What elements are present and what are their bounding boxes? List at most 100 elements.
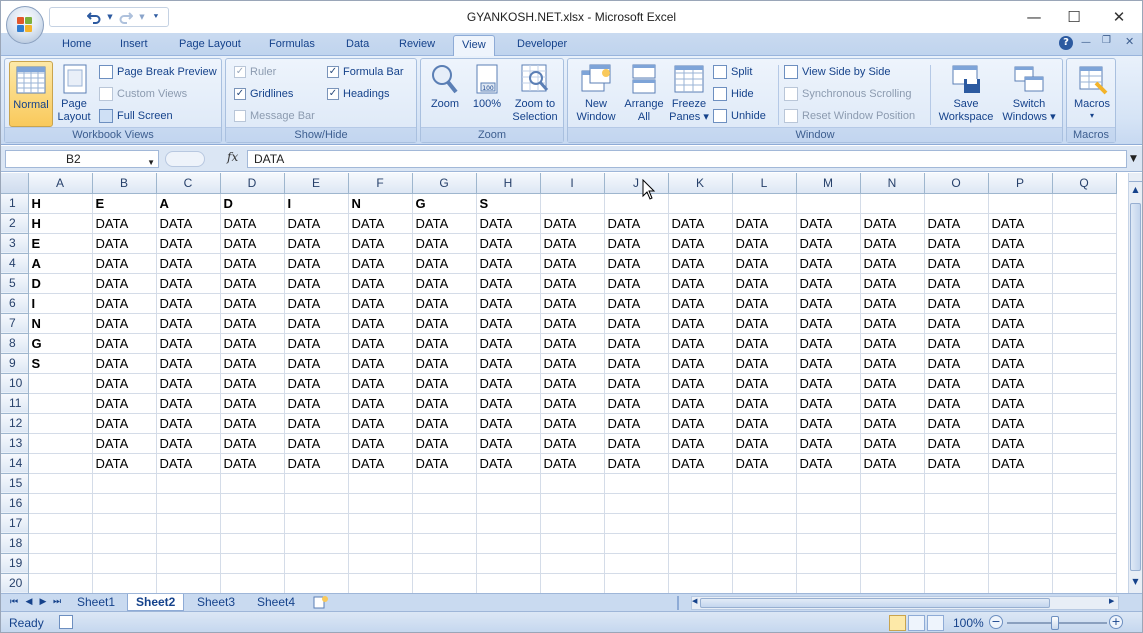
cell-g6[interactable]: DATA xyxy=(412,293,477,314)
cell-d13[interactable]: DATA xyxy=(220,433,285,454)
save-workspace-button[interactable]: Save Workspace xyxy=(936,61,996,127)
cell-k20[interactable] xyxy=(668,573,733,593)
cell-o12[interactable]: DATA xyxy=(924,413,989,434)
cell-n6[interactable]: DATA xyxy=(860,293,925,314)
cell-q15[interactable] xyxy=(1052,473,1117,494)
cell-h7[interactable]: DATA xyxy=(476,313,541,334)
cell-p11[interactable]: DATA xyxy=(988,393,1053,414)
status-page-layout-icon[interactable] xyxy=(908,615,925,631)
cell-q19[interactable] xyxy=(1052,553,1117,574)
cell-m6[interactable]: DATA xyxy=(796,293,861,314)
cell-c6[interactable]: DATA xyxy=(156,293,221,314)
horizontal-scroll-thumb[interactable] xyxy=(700,598,1050,608)
cell-c2[interactable]: DATA xyxy=(156,213,221,234)
status-page-break-icon[interactable] xyxy=(927,615,944,631)
cell-m14[interactable]: DATA xyxy=(796,453,861,474)
cell-q2[interactable] xyxy=(1052,213,1117,234)
cell-g8[interactable]: DATA xyxy=(412,333,477,354)
cell-k11[interactable]: DATA xyxy=(668,393,733,414)
cell-p16[interactable] xyxy=(988,493,1053,514)
select-all-corner[interactable] xyxy=(1,173,29,194)
column-header-a[interactable]: A xyxy=(28,173,93,194)
cell-h20[interactable] xyxy=(476,573,541,593)
cell-g12[interactable]: DATA xyxy=(412,413,477,434)
cell-n16[interactable] xyxy=(860,493,925,514)
cell-l5[interactable]: DATA xyxy=(732,273,797,294)
cell-k16[interactable] xyxy=(668,493,733,514)
cell-j8[interactable]: DATA xyxy=(604,333,669,354)
cell-i4[interactable]: DATA xyxy=(540,253,605,274)
cell-k4[interactable]: DATA xyxy=(668,253,733,274)
cell-i16[interactable] xyxy=(540,493,605,514)
cell-d4[interactable]: DATA xyxy=(220,253,285,274)
cell-e9[interactable]: DATA xyxy=(284,353,349,374)
cell-o7[interactable]: DATA xyxy=(924,313,989,334)
cell-b18[interactable] xyxy=(92,533,157,554)
cell-b14[interactable]: DATA xyxy=(92,453,157,474)
sheet-tab-2[interactable]: Sheet2 xyxy=(127,594,185,611)
cell-m8[interactable]: DATA xyxy=(796,333,861,354)
cell-h6[interactable]: DATA xyxy=(476,293,541,314)
cell-b11[interactable]: DATA xyxy=(92,393,157,414)
cell-o19[interactable] xyxy=(924,553,989,574)
name-box[interactable]: B2 ▼ xyxy=(5,150,159,168)
column-header-n[interactable]: N xyxy=(860,173,925,194)
cell-g16[interactable] xyxy=(412,493,477,514)
cell-g18[interactable] xyxy=(412,533,477,554)
column-header-l[interactable]: L xyxy=(732,173,797,194)
cell-p7[interactable]: DATA xyxy=(988,313,1053,334)
cell-c19[interactable] xyxy=(156,553,221,574)
cell-j11[interactable]: DATA xyxy=(604,393,669,414)
tab-view[interactable]: View xyxy=(453,35,495,57)
column-header-o[interactable]: O xyxy=(924,173,989,194)
row-header[interactable]: 20 xyxy=(1,573,29,593)
status-normal-view-icon[interactable] xyxy=(889,615,906,631)
first-sheet-icon[interactable]: ⏮ xyxy=(7,595,21,610)
cell-c16[interactable] xyxy=(156,493,221,514)
cell-m3[interactable]: DATA xyxy=(796,233,861,254)
scroll-right-icon[interactable]: ▶ xyxy=(1109,597,1117,609)
row-header[interactable]: 10 xyxy=(1,373,29,394)
cell-f17[interactable] xyxy=(348,513,413,534)
cell-e12[interactable]: DATA xyxy=(284,413,349,434)
cell-i20[interactable] xyxy=(540,573,605,593)
cell-o10[interactable]: DATA xyxy=(924,373,989,394)
cell-l12[interactable]: DATA xyxy=(732,413,797,434)
cell-f13[interactable]: DATA xyxy=(348,433,413,454)
cell-k12[interactable]: DATA xyxy=(668,413,733,434)
row-header[interactable]: 11 xyxy=(1,393,29,414)
cell-d6[interactable]: DATA xyxy=(220,293,285,314)
cell-p17[interactable] xyxy=(988,513,1053,534)
row-header[interactable]: 17 xyxy=(1,513,29,534)
cell-n3[interactable]: DATA xyxy=(860,233,925,254)
cell-e3[interactable]: DATA xyxy=(284,233,349,254)
row-header[interactable]: 2 xyxy=(1,213,29,234)
cell-c18[interactable] xyxy=(156,533,221,554)
cell-f6[interactable]: DATA xyxy=(348,293,413,314)
cell-o11[interactable]: DATA xyxy=(924,393,989,414)
column-header-g[interactable]: G xyxy=(412,173,477,194)
ruler-checkbox[interactable]: ✓ Ruler xyxy=(234,63,276,81)
cell-f15[interactable] xyxy=(348,473,413,494)
custom-views-button[interactable]: Custom Views xyxy=(99,85,187,103)
cell-c15[interactable] xyxy=(156,473,221,494)
cell-e5[interactable]: DATA xyxy=(284,273,349,294)
cell-b2[interactable]: DATA xyxy=(92,213,157,234)
cell-l3[interactable]: DATA xyxy=(732,233,797,254)
row-header[interactable]: 14 xyxy=(1,453,29,474)
cell-i2[interactable]: DATA xyxy=(540,213,605,234)
next-sheet-icon[interactable]: ▶ xyxy=(36,595,50,610)
cell-l10[interactable]: DATA xyxy=(732,373,797,394)
cell-o13[interactable]: DATA xyxy=(924,433,989,454)
cell-q6[interactable] xyxy=(1052,293,1117,314)
switch-windows-button[interactable]: Switch Windows ▾ xyxy=(998,61,1060,127)
cell-m4[interactable]: DATA xyxy=(796,253,861,274)
cell-m18[interactable] xyxy=(796,533,861,554)
cell-o3[interactable]: DATA xyxy=(924,233,989,254)
cell-h2[interactable]: DATA xyxy=(476,213,541,234)
cell-n18[interactable] xyxy=(860,533,925,554)
cell-g17[interactable] xyxy=(412,513,477,534)
cell-l17[interactable] xyxy=(732,513,797,534)
cell-p15[interactable] xyxy=(988,473,1053,494)
zoom-out-icon[interactable]: − xyxy=(989,615,1003,629)
